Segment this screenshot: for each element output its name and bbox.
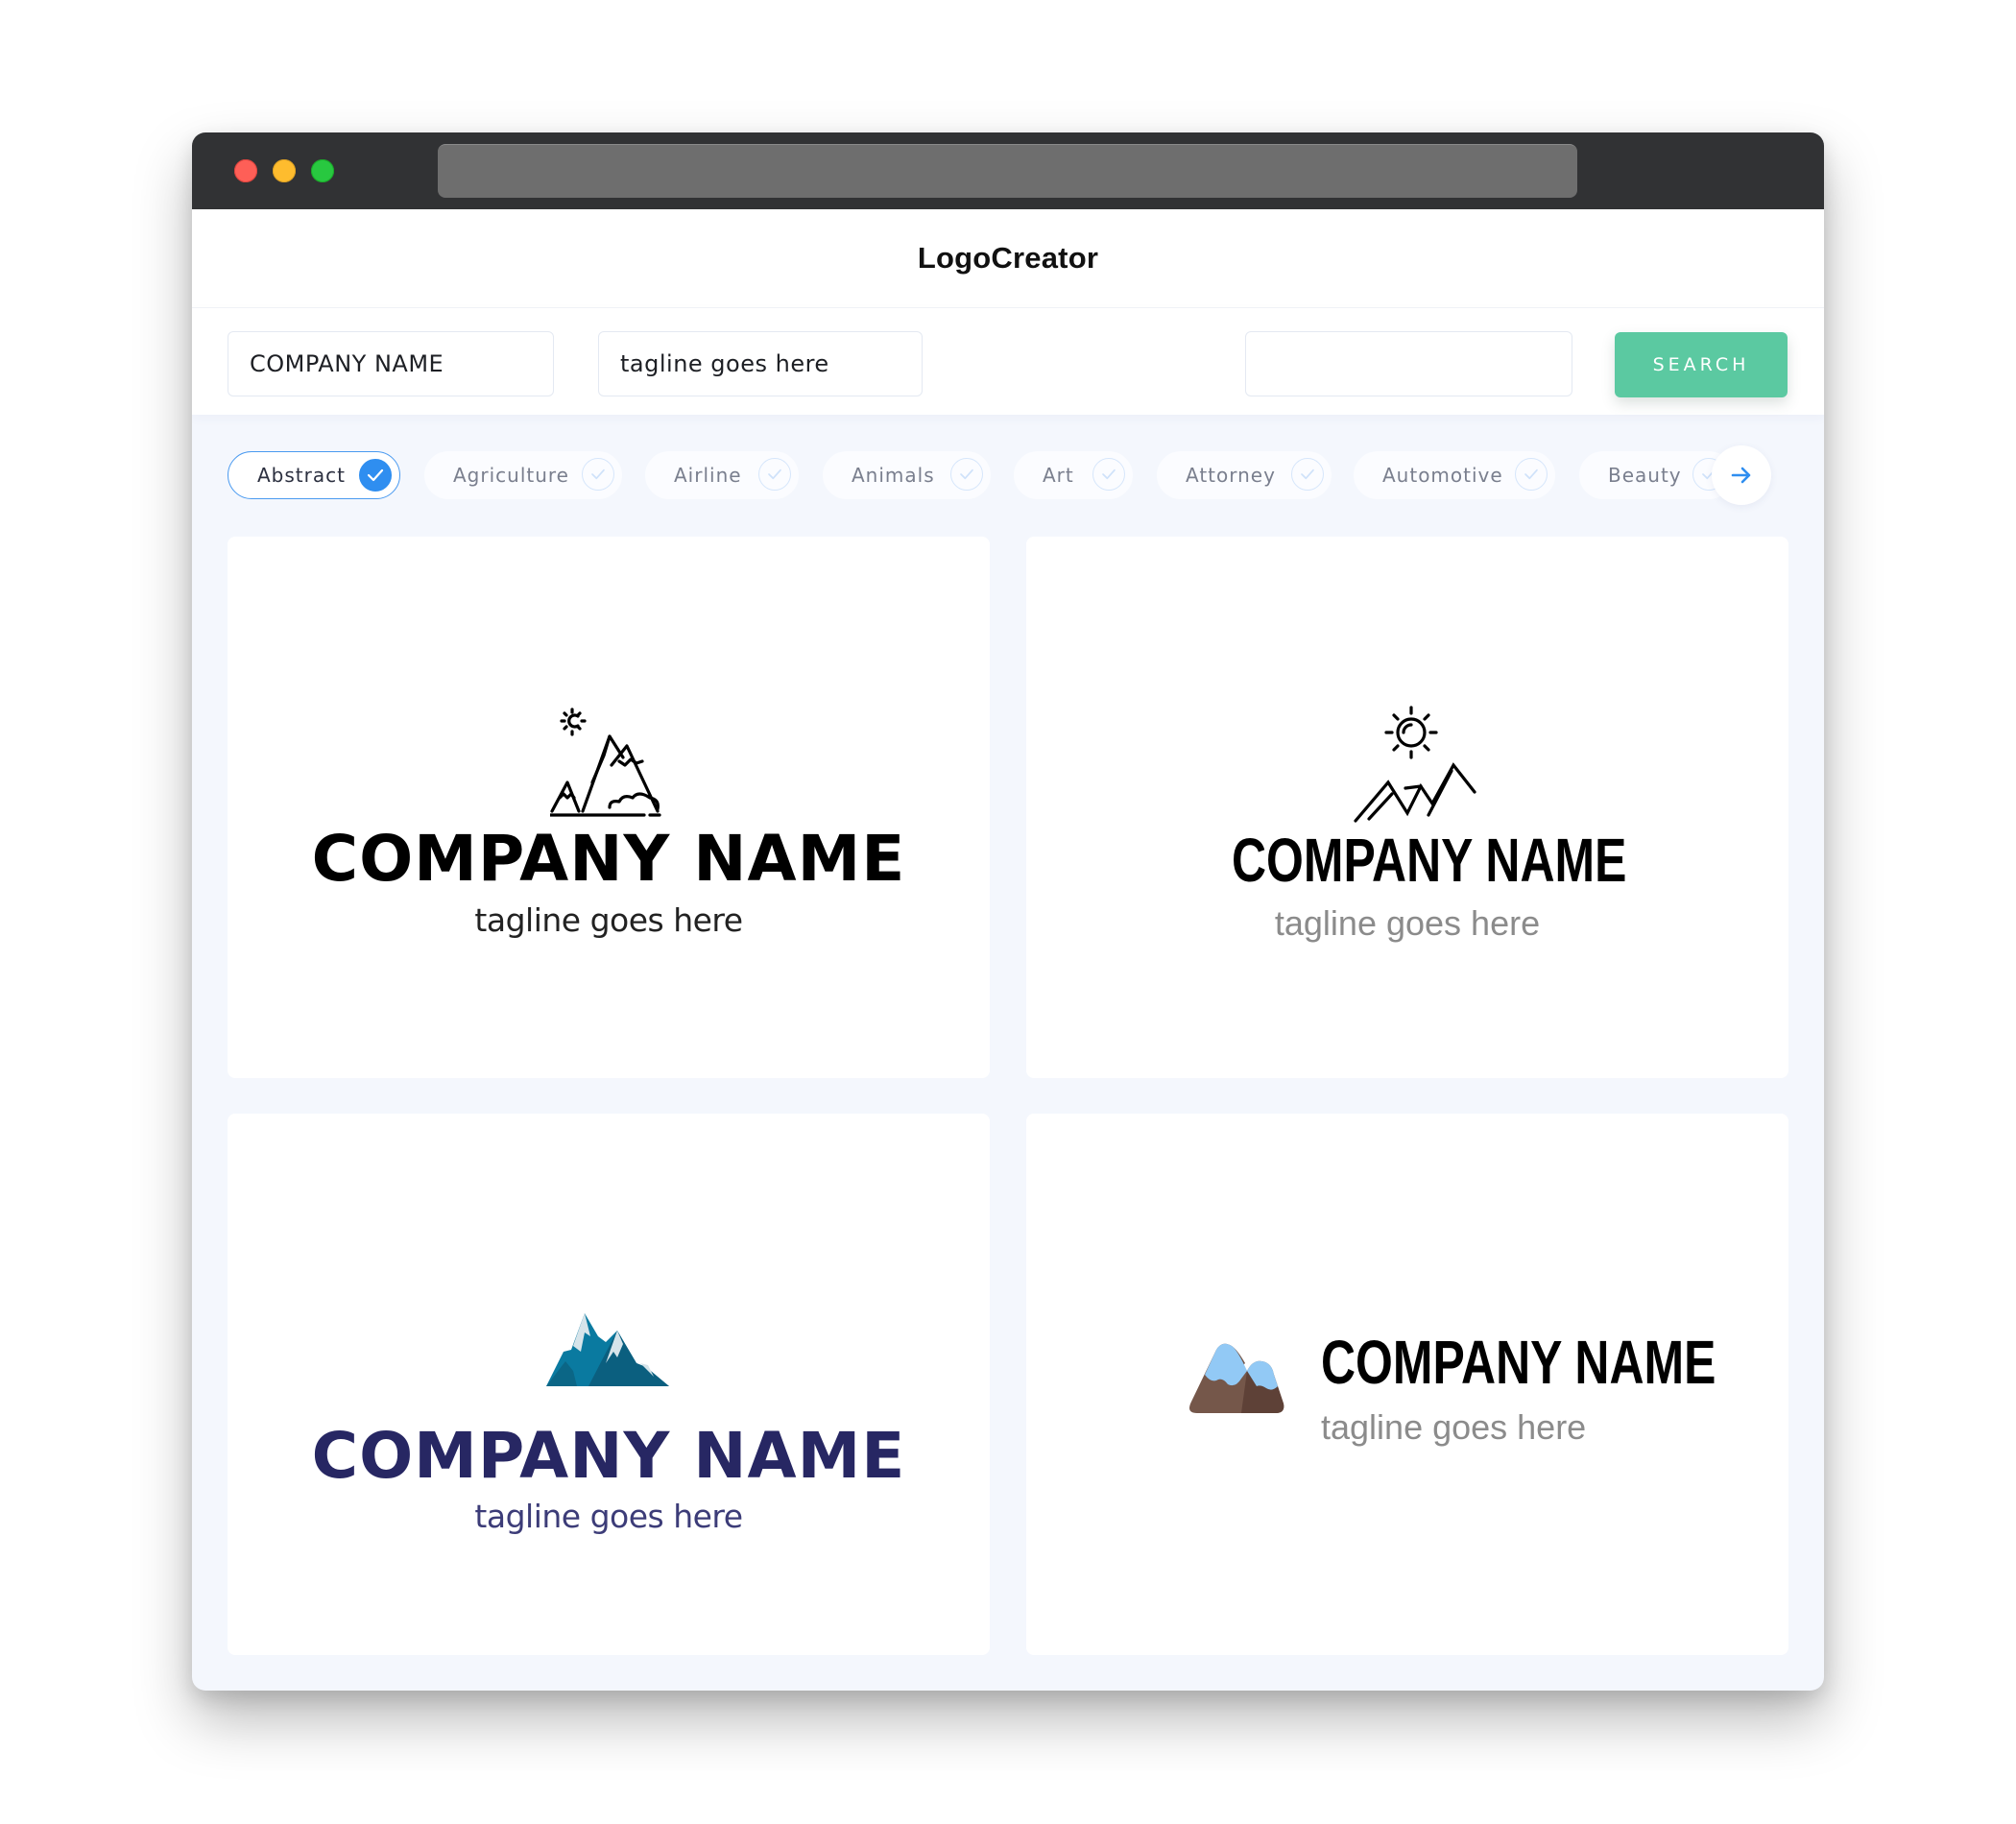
logo-company-name: COMPANY NAME	[1321, 1328, 1716, 1397]
minimize-window-button[interactable]	[273, 159, 296, 182]
category-chip-abstract[interactable]: Abstract	[228, 451, 400, 499]
search-button[interactable]: SEARCH	[1615, 332, 1788, 397]
logo-card[interactable]: COMPANY NAME tagline goes here	[228, 1114, 990, 1655]
line-mountains-sun-icon	[550, 708, 661, 817]
line-peaks-sun-icon	[1354, 706, 1476, 823]
search-bar: SEARCH	[192, 307, 1824, 415]
category-label: Beauty	[1608, 464, 1682, 487]
category-chip-airline[interactable]: Airline	[645, 451, 799, 499]
logo-tagline: tagline goes here	[1274, 903, 1541, 943]
category-chip-animals[interactable]: Animals	[823, 451, 991, 499]
check-icon	[758, 458, 791, 491]
logo-company-name: COMPANY NAME	[311, 822, 906, 896]
logo-company-name: COMPANY NAME	[1232, 826, 1627, 895]
logo-card[interactable]: COMPANY NAME tagline goes here	[228, 537, 990, 1078]
category-label: Animals	[852, 464, 935, 487]
company-name-input[interactable]	[228, 331, 554, 396]
category-chip-agriculture[interactable]: Agriculture	[424, 451, 622, 499]
logo-tagline: tagline goes here	[474, 1498, 743, 1535]
category-label: Airline	[674, 464, 742, 487]
search-query-input[interactable]	[1245, 331, 1572, 396]
category-chip-attorney[interactable]: Attorney	[1157, 451, 1332, 499]
check-icon	[1291, 458, 1324, 491]
category-label: Abstract	[257, 464, 346, 487]
logo-tagline: tagline goes here	[474, 901, 743, 939]
maximize-window-button[interactable]	[311, 159, 334, 182]
check-icon	[582, 458, 614, 491]
app-header: LogoCreator	[192, 209, 1824, 307]
next-categories-button[interactable]	[1712, 445, 1771, 505]
category-label: Automotive	[1382, 464, 1503, 487]
logo-card[interactable]: COMPANY NAME tagline goes here	[1026, 1114, 1788, 1655]
title-bar	[192, 132, 1824, 209]
logo-card[interactable]: COMPANY NAME tagline goes here	[1026, 537, 1788, 1078]
close-window-button[interactable]	[234, 159, 257, 182]
category-filter-bar: Abstract Agriculture Airline Animals Art	[192, 415, 1824, 549]
app-title: LogoCreator	[917, 241, 1099, 275]
category-chip-automotive[interactable]: Automotive	[1354, 451, 1555, 499]
brown-blue-mountains-icon	[1189, 1343, 1284, 1413]
category-chip-art[interactable]: Art	[1014, 451, 1133, 499]
category-label: Agriculture	[453, 464, 569, 487]
check-icon	[359, 459, 392, 492]
arrow-right-icon	[1731, 467, 1751, 484]
address-bar[interactable]	[438, 144, 1577, 198]
check-icon	[950, 458, 983, 491]
check-icon	[1092, 458, 1125, 491]
tagline-input[interactable]	[598, 331, 923, 396]
category-chip-beauty[interactable]: Beauty	[1579, 451, 1733, 499]
teal-snowy-mountains-icon	[546, 1313, 669, 1386]
category-label: Art	[1043, 464, 1074, 487]
logo-tagline: tagline goes here	[1321, 1407, 1587, 1447]
browser-window: LogoCreator SEARCH Abstract Agriculture …	[192, 132, 1824, 1691]
category-label: Attorney	[1186, 464, 1276, 487]
logo-company-name: COMPANY NAME	[311, 1419, 906, 1493]
check-icon	[1515, 458, 1548, 491]
